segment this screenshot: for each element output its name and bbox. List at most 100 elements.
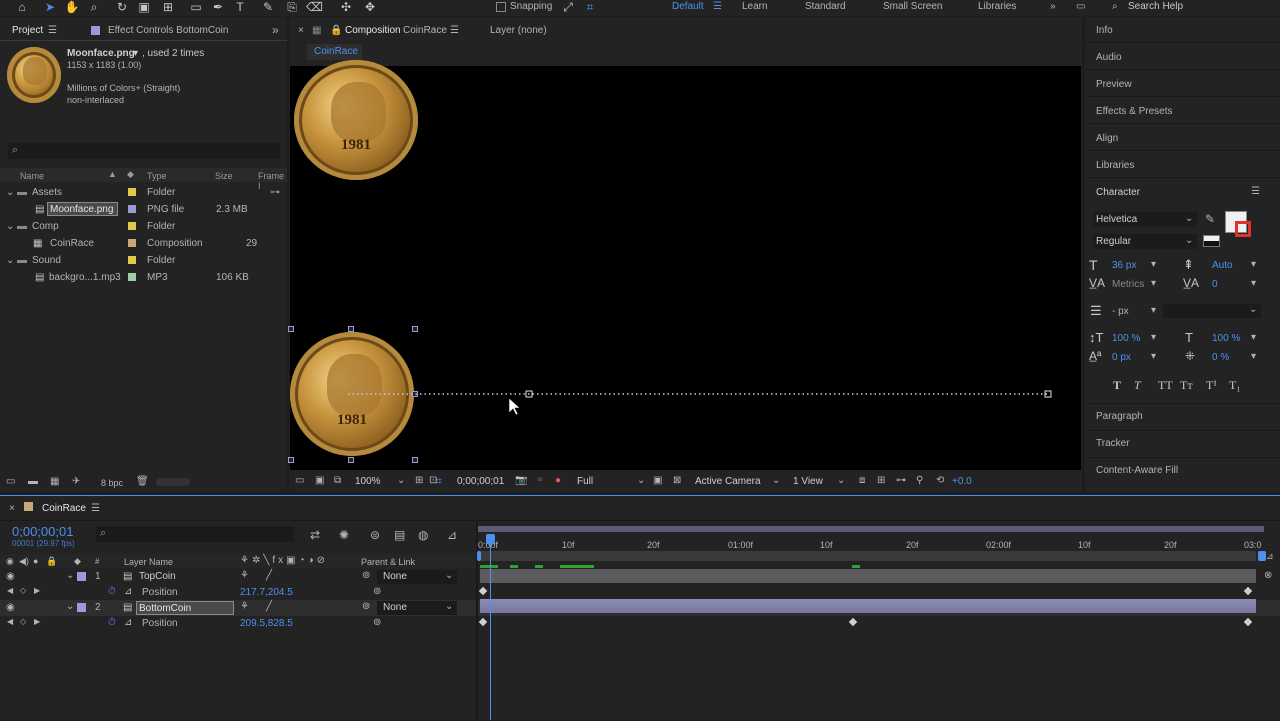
font-family-select[interactable]: Helvetica ⌄: [1093, 212, 1197, 227]
current-time[interactable]: 0;00;00;01: [457, 476, 504, 487]
close-tab-icon[interactable]: ×: [9, 503, 15, 514]
video-toggle-icon[interactable]: ◉: [6, 556, 14, 567]
stroke-type-select[interactable]: ⌄: [1163, 304, 1261, 318]
panel-menu-icon[interactable]: ☰: [91, 503, 100, 514]
label-swatch[interactable]: [128, 256, 136, 264]
chevron-down-icon[interactable]: ▾: [1251, 278, 1256, 289]
label-swatch[interactable]: [128, 188, 136, 196]
asset-dropdown-icon[interactable]: ▾: [133, 48, 138, 59]
stopwatch-icon[interactable]: ⏱: [108, 617, 116, 628]
brush-tool-icon[interactable]: ✎: [260, 0, 276, 15]
snap-grid-icon[interactable]: ⌗: [582, 0, 598, 15]
snapshot-icon[interactable]: 📷: [515, 475, 527, 486]
property-row-position[interactable]: ◀ ◇ ▶ ⏱ ⊿ Position 217.7,204.5 ⊚: [0, 585, 1280, 600]
zoom-tool-icon[interactable]: ⌕: [86, 0, 102, 15]
layer-tree-icon[interactable]: ⚲: [916, 475, 923, 486]
add-keyframe-icon[interactable]: ◇: [20, 586, 26, 595]
rotate-tool-icon[interactable]: ↻: [114, 0, 130, 15]
baseline-shift-value[interactable]: 0 px: [1112, 352, 1131, 363]
flowchart-icon[interactable]: ⊶: [896, 475, 906, 486]
label-swatch[interactable]: [128, 239, 136, 247]
comp-button-icon[interactable]: ⊗: [1264, 570, 1272, 581]
quality-switch-icon[interactable]: ╱: [266, 601, 272, 612]
column-layer-name[interactable]: Layer Name: [124, 557, 173, 567]
work-area-range[interactable]: [478, 526, 1264, 532]
layer-bar-topcoin[interactable]: [480, 565, 1256, 583]
interpret-footage-icon[interactable]: ▭: [6, 476, 15, 487]
region-of-interest-icon[interactable]: ⌗: [435, 474, 442, 489]
parent-select[interactable]: None ⌄: [377, 601, 457, 615]
tab-layer[interactable]: Layer (none): [490, 25, 547, 36]
layer-name[interactable]: TopCoin: [139, 571, 176, 582]
chevron-down-icon[interactable]: ▾: [1151, 305, 1156, 316]
expression-pickwhip-icon[interactable]: ⊚: [373, 586, 381, 597]
resolution-select[interactable]: Full: [577, 476, 593, 487]
panel-menu-icon[interactable]: ☰: [450, 25, 459, 36]
panel-preview[interactable]: Preview: [1085, 71, 1280, 97]
layer-label-swatch[interactable]: [77, 603, 86, 612]
tracking-value[interactable]: 0: [1212, 279, 1218, 290]
view-layout-select[interactable]: 1 View: [793, 476, 823, 487]
clone-tool-icon[interactable]: ⎘: [284, 0, 300, 15]
workspace-small-screen[interactable]: Small Screen: [883, 1, 942, 12]
label-column-icon[interactable]: ◆: [74, 556, 81, 567]
fast-previews-icon[interactable]: ▣: [653, 475, 662, 486]
panel-audio[interactable]: Audio: [1085, 44, 1280, 70]
panel-effects-presets[interactable]: Effects & Presets: [1085, 98, 1280, 124]
panel-paragraph[interactable]: Paragraph: [1085, 403, 1280, 429]
expand-panels-icon[interactable]: »: [272, 23, 279, 37]
font-style-select[interactable]: Regular ⌄: [1093, 234, 1197, 249]
workspace-default[interactable]: Default: [672, 1, 704, 12]
toggle-pixel-icon[interactable]: ⧈: [859, 475, 865, 486]
panel-menu-icon[interactable]: ☰: [48, 25, 57, 36]
camera-select[interactable]: Active Camera: [695, 476, 761, 487]
panel-align[interactable]: Align: [1085, 125, 1280, 151]
always-preview-icon[interactable]: ▭: [295, 475, 304, 486]
timeline-comp-name[interactable]: CoinRace: [42, 503, 86, 514]
quality-switch-icon[interactable]: ╱: [266, 570, 272, 581]
playhead-handle[interactable]: [486, 534, 495, 545]
type-tool-icon[interactable]: T: [232, 0, 248, 15]
project-row-assets[interactable]: ⌄ ▬ Assets Folder ⊶: [0, 184, 287, 201]
playhead-line[interactable]: [490, 534, 491, 720]
timeline-zoom-icon[interactable]: ⊿: [1266, 551, 1274, 562]
add-keyframe-icon[interactable]: ◇: [20, 617, 26, 626]
chevron-down-icon[interactable]: ▾: [1151, 259, 1156, 270]
expand-arrow-icon[interactable]: ⌄: [6, 255, 14, 266]
timeline-current-time[interactable]: 0;00;00;01: [12, 524, 73, 539]
expand-arrow-icon[interactable]: ⌄: [6, 221, 14, 232]
tab-effect-controls[interactable]: Effect Controls BottomCoin: [108, 25, 228, 36]
work-area-bar[interactable]: [478, 526, 1264, 532]
camera-tool-icon[interactable]: ▣: [136, 0, 152, 15]
faux-italic-button[interactable]: T: [1134, 378, 1141, 393]
search-help[interactable]: Search Help: [1128, 1, 1183, 12]
graph-icon[interactable]: ⊿: [124, 586, 132, 597]
eraser-tool-icon[interactable]: ⌫: [306, 0, 323, 15]
more-workspaces-icon[interactable]: »: [1050, 1, 1056, 12]
fit-icon[interactable]: ⊞: [415, 475, 423, 486]
chevron-down-icon[interactable]: ▾: [1151, 278, 1156, 289]
label-swatch[interactable]: [128, 222, 136, 230]
pen-tool-icon[interactable]: ✒: [210, 0, 226, 15]
project-row-sound[interactable]: ⌄ ▬ Sound Folder: [0, 252, 287, 269]
motion-path[interactable]: [290, 66, 1081, 470]
workspace-standard[interactable]: Standard: [805, 1, 846, 12]
superscript-button[interactable]: T¹: [1206, 378, 1217, 393]
motion-blur-icon[interactable]: ◍: [418, 528, 428, 542]
property-row-position[interactable]: ◀ ◇ ▶ ⏱ ⊿ Position 209.5,828.5 ⊚: [0, 616, 1280, 631]
panel-libraries[interactable]: Libraries: [1085, 152, 1280, 178]
trash-icon[interactable]: 🗑: [136, 476, 149, 487]
stroke-color-swatch[interactable]: [1235, 221, 1251, 237]
panel-tracker[interactable]: Tracker: [1085, 430, 1280, 456]
chevron-down-icon[interactable]: ⌄: [837, 475, 845, 486]
exposure-icon[interactable]: ⟲: [936, 475, 944, 486]
graph-icon[interactable]: ⊿: [124, 617, 132, 628]
frame-blending-icon[interactable]: ▤: [394, 528, 405, 542]
property-value[interactable]: 209.5,828.5: [240, 618, 293, 629]
mask-visibility-icon[interactable]: ⧉: [334, 475, 341, 486]
channel-icon[interactable]: ●: [555, 475, 561, 486]
project-row-comp[interactable]: ⌄ ▬ Comp Folder: [0, 218, 287, 235]
solo-icon[interactable]: ●: [33, 556, 38, 566]
column-parent[interactable]: Parent & Link: [361, 557, 415, 567]
kerning-value[interactable]: Metrics: [1112, 279, 1144, 290]
